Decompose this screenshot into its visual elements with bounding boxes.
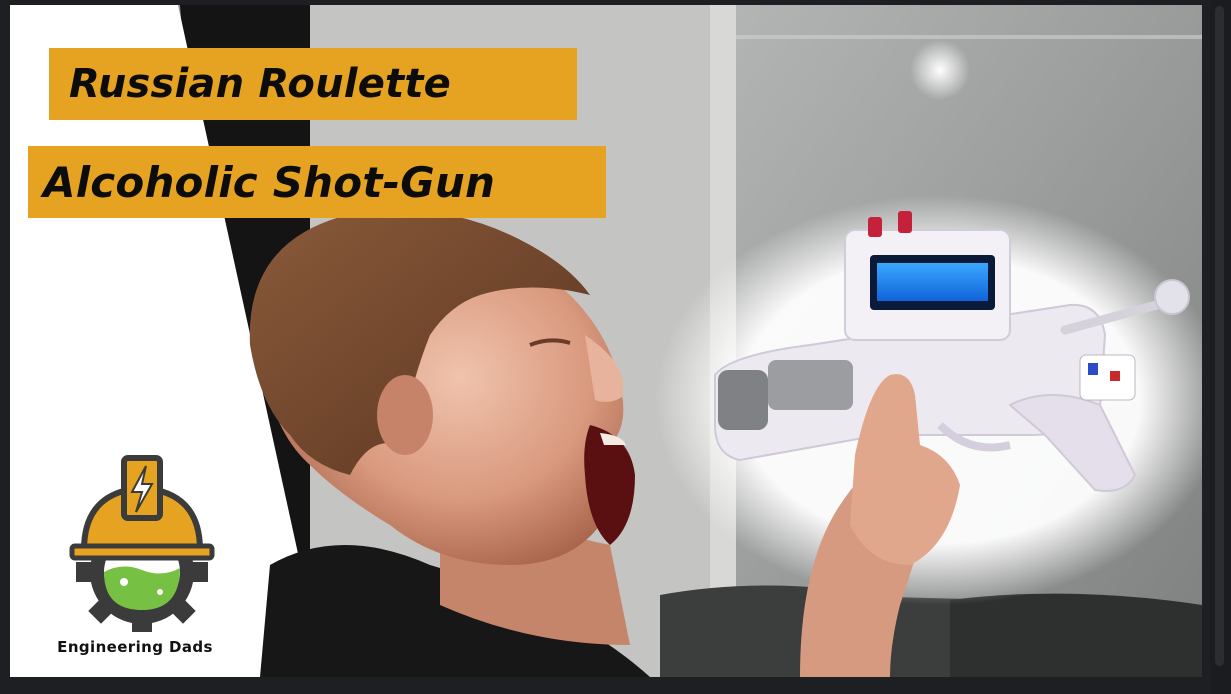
scrollbar-thumb[interactable] <box>1215 6 1224 666</box>
image-viewer-frame: Russian Roulette Alcoholic Shot-Gun Engi… <box>0 0 1231 694</box>
title-banner-line-1: Russian Roulette <box>49 48 577 120</box>
video-thumbnail[interactable]: Russian Roulette Alcoholic Shot-Gun Engi… <box>10 5 1202 677</box>
channel-name: Engineering Dads <box>57 638 213 656</box>
title-banner-line-2: Alcoholic Shot-Gun <box>28 146 606 218</box>
vertical-scrollbar[interactable] <box>1210 0 1231 694</box>
engineering-dads-logo-icon <box>69 455 215 632</box>
